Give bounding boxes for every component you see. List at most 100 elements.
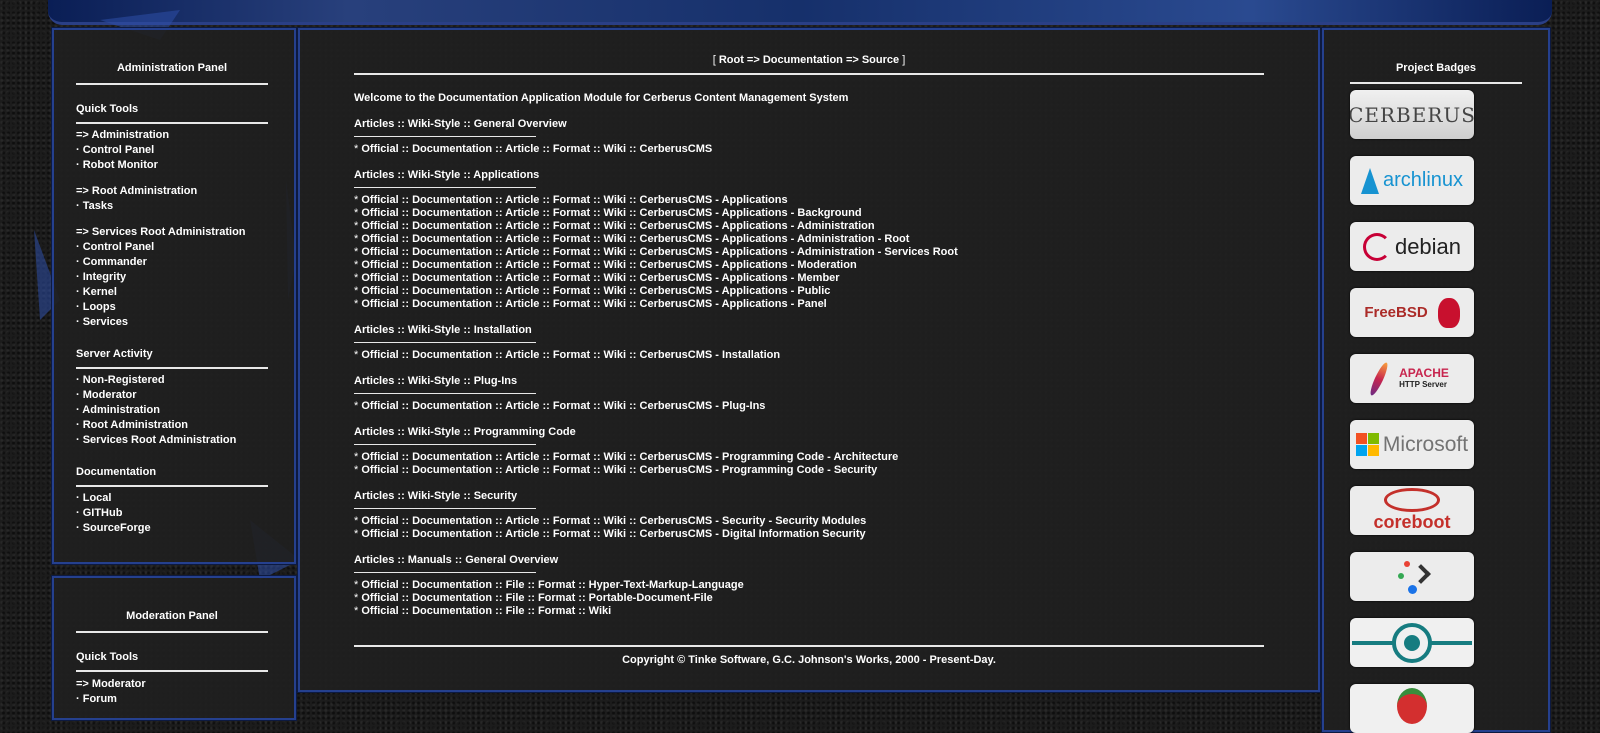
divider xyxy=(76,367,268,369)
documentation-link[interactable]: Official :: Documentation :: Article :: … xyxy=(361,233,909,245)
badge-apache[interactable]: APACHE HTTP Server xyxy=(1350,354,1474,403)
project-badges-panel: Project Badges CERBERUS archlinux debian… xyxy=(1322,28,1550,733)
sidebar-link[interactable]: · Integrity xyxy=(76,270,268,285)
sidebar-link[interactable]: · Control Panel xyxy=(76,240,268,255)
list-item: * Official :: Documentation :: Article :… xyxy=(354,464,1264,477)
documentation-link[interactable]: Official :: Documentation :: Article :: … xyxy=(361,464,877,476)
list-item: * Official :: Documentation :: Article :… xyxy=(354,259,1264,272)
documentation-link[interactable]: Official :: Documentation :: Article :: … xyxy=(361,207,861,219)
documentation-link[interactable]: Official :: Documentation :: Article :: … xyxy=(361,246,957,258)
list-item: * Official :: Documentation :: Article :… xyxy=(354,400,1264,413)
divider xyxy=(76,83,268,85)
breadcrumb-path[interactable]: Root => Documentation => Source xyxy=(719,54,899,66)
lineageos-logo-icon xyxy=(1352,622,1472,663)
list-item: * Official :: Documentation :: File :: F… xyxy=(354,605,1264,618)
sidebar-link[interactable]: · Services xyxy=(76,315,268,330)
nav-moderator-link[interactable]: => Moderator xyxy=(76,677,268,692)
documentation-link[interactable]: Official :: Documentation :: Article :: … xyxy=(361,349,780,361)
sidebar-link[interactable]: => Services Root Administration xyxy=(76,225,268,240)
archlinux-logo-text: archlinux xyxy=(1382,169,1464,191)
sidebar-link[interactable]: · Moderator xyxy=(76,388,268,403)
coreboot-rabbit-icon xyxy=(1384,488,1440,512)
sidebar-link[interactable]: · Local xyxy=(76,491,268,506)
sidebar-link[interactable]: · Non-Registered xyxy=(76,373,268,388)
badge-cerberus[interactable]: CERBERUS xyxy=(1350,90,1474,139)
documentation-link[interactable]: Official :: Documentation :: Article :: … xyxy=(361,194,787,206)
documentation-link[interactable]: Official :: Documentation :: Article :: … xyxy=(361,285,830,297)
documentation-link[interactable]: Official :: Documentation :: Article :: … xyxy=(361,272,839,284)
section-underline xyxy=(354,572,536,573)
sidebar-link[interactable]: => Root Administration xyxy=(76,184,268,199)
badge-lineageos[interactable] xyxy=(1350,618,1474,667)
divider xyxy=(76,631,268,633)
badge-freebsd[interactable]: FreeBSD xyxy=(1350,288,1474,337)
documentation-link[interactable]: Official :: Documentation :: Article :: … xyxy=(361,298,826,310)
sidebar-link[interactable]: · Services Root Administration xyxy=(76,433,268,448)
sidebar-link[interactable]: · GITHub xyxy=(76,506,268,521)
quick-tools-header: Quick Tools xyxy=(76,651,139,663)
welcome-heading: Welcome to the Documentation Application… xyxy=(354,92,849,104)
list-item: * Official :: Documentation :: File :: F… xyxy=(354,579,1264,592)
sidebar-section-header: Quick Tools xyxy=(76,103,139,115)
sidebar-link[interactable]: · Loops xyxy=(76,300,268,315)
apache-logo-text: APACHE xyxy=(1399,365,1449,380)
microsoft-logo-text: Microsoft xyxy=(1382,432,1469,456)
documentation-link[interactable]: Official :: Documentation :: Article :: … xyxy=(361,259,856,271)
main-content-panel: [ Root => Documentation => Source ] Welc… xyxy=(298,28,1320,692)
sidebar-link[interactable]: · Administration xyxy=(76,403,268,418)
documentation-link[interactable]: Official :: Documentation :: Article :: … xyxy=(361,451,898,463)
documentation-link[interactable]: Official :: Documentation :: Article :: … xyxy=(361,400,765,412)
list-item: * Official :: Documentation :: Article :… xyxy=(354,233,1264,246)
documentation-link[interactable]: Official :: Documentation :: File :: For… xyxy=(361,605,611,617)
sidebar-link[interactable]: · Tasks xyxy=(76,199,268,214)
section-underline xyxy=(354,444,536,445)
sidebar-link[interactable]: · SourceForge xyxy=(76,521,268,536)
documentation-link[interactable]: Official :: Documentation :: Article :: … xyxy=(361,528,865,540)
administration-panel-title: Administration Panel xyxy=(116,62,228,74)
coreboot-logo-text: coreboot xyxy=(1373,512,1451,532)
divider xyxy=(76,122,268,124)
list-item: * Official :: Documentation :: Article :… xyxy=(354,194,1264,207)
section-heading: Articles :: Wiki-Style :: Installation xyxy=(354,324,532,336)
documentation-link[interactable]: Official :: Documentation :: Article :: … xyxy=(361,143,712,155)
list-item: * Official :: Documentation :: Article :… xyxy=(354,207,1264,220)
sidebar-link[interactable]: · Control Panel xyxy=(76,143,268,158)
documentation-link[interactable]: Official :: Documentation :: File :: For… xyxy=(361,579,743,591)
sidebar-link[interactable]: · Commander xyxy=(76,255,268,270)
list-item: * Official :: Documentation :: Article :… xyxy=(354,528,1264,541)
list-item: * Official :: Documentation :: Article :… xyxy=(354,220,1264,233)
sidebar-link[interactable]: · Root Administration xyxy=(76,418,268,433)
copyright-text: Copyright © Tinke Software, G.C. Johnson… xyxy=(622,654,996,666)
list-item: * Official :: Documentation :: File :: F… xyxy=(354,592,1264,605)
freebsd-daemon-icon xyxy=(1437,297,1460,328)
badge-debian[interactable]: debian xyxy=(1350,222,1474,271)
sidebar-section-header: Documentation xyxy=(76,466,157,478)
section-heading: Articles :: Wiki-Style :: Plug-Ins xyxy=(354,375,518,387)
documentation-link[interactable]: Official :: Documentation :: Article :: … xyxy=(361,515,866,527)
list-item: * Official :: Documentation :: Article :… xyxy=(354,272,1264,285)
moderation-panel-title: Moderation Panel xyxy=(126,610,218,622)
badge-microsoft[interactable]: Microsoft xyxy=(1350,420,1474,469)
section-underline xyxy=(354,342,536,343)
apache-feather-icon xyxy=(1367,360,1391,397)
apache-logo-subtext: HTTP Server xyxy=(1399,379,1447,389)
divider xyxy=(76,485,268,487)
sidebar-link[interactable]: · Kernel xyxy=(76,285,268,300)
breadcrumb: [ Root => Documentation => Source ] xyxy=(300,54,1318,66)
badge-coreboot[interactable]: coreboot xyxy=(1350,486,1474,535)
list-item: * Official :: Documentation :: Article :… xyxy=(354,515,1264,528)
badge-terminal[interactable] xyxy=(1350,552,1474,601)
section-underline xyxy=(354,136,536,137)
list-item: * Official :: Documentation :: Article :… xyxy=(354,298,1264,311)
archlinux-logo-icon xyxy=(1360,167,1379,194)
badge-archlinux[interactable]: archlinux xyxy=(1350,156,1474,205)
documentation-link[interactable]: Official :: Documentation :: File :: For… xyxy=(361,592,712,604)
sidebar-link[interactable]: => Administration xyxy=(76,128,268,143)
documentation-link[interactable]: Official :: Documentation :: Article :: … xyxy=(361,220,874,232)
sidebar-link[interactable]: · Robot Monitor xyxy=(76,158,268,173)
nav-forum-link[interactable]: · Forum xyxy=(76,692,268,707)
divider xyxy=(1350,82,1522,84)
breadcrumb-close: ] xyxy=(899,54,906,66)
